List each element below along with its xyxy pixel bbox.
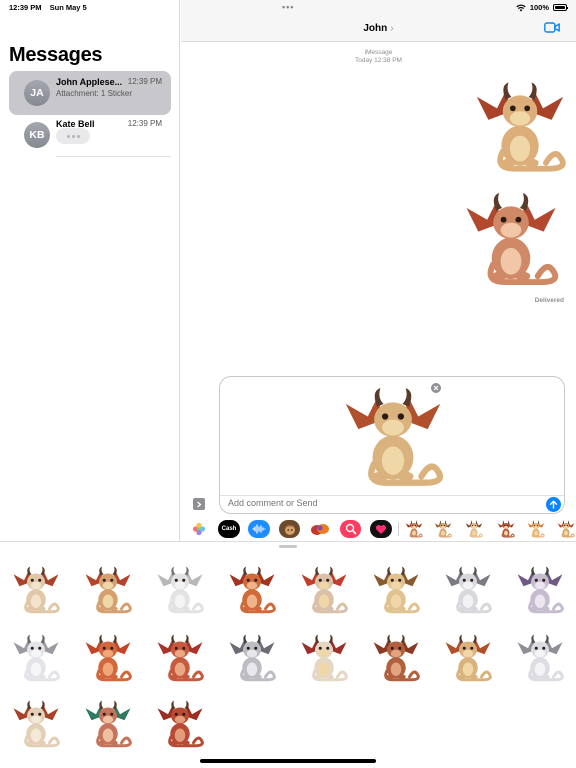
conversation-sidebar: Messages JA John Applese... 12:39 PM Att… [0, 0, 180, 541]
photos-icon [192, 522, 206, 536]
dragon-sticker[interactable] [372, 562, 420, 618]
message-timestamp: iMessage Today 12:38 PM [181, 49, 576, 65]
wifi-icon [516, 4, 526, 11]
stickers-icon [311, 524, 329, 535]
chat-title[interactable]: John › [181, 23, 576, 34]
attached-dragon-sticker[interactable] [340, 385, 446, 489]
status-time: 12:39 PM [9, 3, 42, 12]
stickers-app-button[interactable] [309, 520, 331, 538]
photos-app-button[interactable] [189, 520, 209, 538]
search-icon [345, 523, 356, 535]
close-icon [433, 385, 439, 391]
contact-name: John [363, 23, 388, 34]
battery-icon [553, 4, 568, 11]
timestamp-label: Today 12:38 PM [355, 57, 402, 64]
dragon-sticker[interactable] [444, 562, 492, 618]
avatar: JA [24, 80, 50, 106]
service-label: iMessage [364, 49, 393, 56]
recent-sticker[interactable] [527, 520, 545, 538]
dragon-sticker[interactable] [300, 562, 348, 618]
digital-touch-button[interactable] [370, 520, 392, 538]
arrow-up-icon [549, 500, 558, 509]
recent-sticker[interactable] [434, 520, 452, 538]
recent-sticker[interactable] [465, 520, 483, 538]
recent-sticker[interactable] [557, 520, 575, 538]
divider [398, 522, 399, 536]
conversation-time: 12:39 PM [127, 119, 162, 128]
sidebar-title: Messages [9, 44, 103, 66]
apple-cash-button[interactable]: Cash [218, 520, 240, 538]
heart-icon [375, 524, 387, 534]
send-button[interactable] [546, 497, 561, 512]
conversation-time: 12:39 PM [127, 77, 162, 86]
memoji-button[interactable] [279, 520, 300, 538]
dragon-sticker[interactable] [84, 630, 132, 686]
video-call-icon[interactable] [544, 22, 560, 33]
conversation-john-appleseed[interactable]: JA John Applese... 12:39 PM Attachment: … [9, 71, 171, 115]
expand-apps-button[interactable] [193, 498, 205, 510]
dragon-sticker[interactable] [12, 562, 60, 618]
sent-dragon-sticker[interactable] [462, 190, 560, 288]
sent-dragon-sticker[interactable] [474, 76, 566, 178]
chevron-right-icon [197, 501, 202, 507]
remove-attachment-button[interactable] [431, 383, 441, 393]
drawer-grabber[interactable] [279, 545, 297, 548]
typing-indicator [56, 128, 90, 144]
compose-box [219, 376, 565, 514]
dragon-sticker[interactable] [444, 630, 492, 686]
dragon-sticker[interactable] [516, 562, 564, 618]
app-strip: Cash [181, 516, 576, 542]
dragon-sticker[interactable] [84, 562, 132, 618]
conversation-kate-bell[interactable]: KB Kate Bell 12:39 PM [9, 113, 171, 157]
recent-sticker[interactable] [405, 520, 423, 538]
image-search-button[interactable] [340, 520, 361, 538]
dragon-sticker[interactable] [12, 696, 60, 752]
apple-cash-label: Cash [221, 526, 237, 532]
dragon-sticker[interactable] [300, 630, 348, 686]
multitasking-dots[interactable]: ••• [282, 2, 294, 12]
chevron-right-icon: › [390, 23, 394, 34]
dragon-sticker[interactable] [156, 696, 204, 752]
home-indicator[interactable] [200, 759, 376, 763]
battery-percent: 100% [529, 3, 549, 12]
audio-message-button[interactable] [248, 520, 270, 538]
conversation-name: John Applese... [56, 77, 123, 87]
sticker-drawer [0, 541, 576, 768]
avatar: KB [24, 122, 50, 148]
dragon-sticker[interactable] [156, 630, 204, 686]
memoji-icon [284, 525, 295, 535]
message-input[interactable] [228, 498, 528, 508]
dragon-sticker[interactable] [228, 630, 276, 686]
divider [220, 495, 564, 496]
recent-sticker[interactable] [497, 520, 515, 538]
status-date: Sun May 5 [49, 3, 87, 12]
dragon-sticker[interactable] [156, 562, 204, 618]
dragon-sticker[interactable] [84, 696, 132, 752]
divider [56, 156, 171, 157]
waveform-icon [252, 524, 266, 534]
dragon-sticker[interactable] [516, 630, 564, 686]
status-bar: 12:39 PM Sun May 5 ••• 100% [0, 0, 576, 14]
conversation-preview: Attachment: 1 Sticker [56, 89, 133, 98]
delivered-status: Delivered [534, 297, 564, 304]
dragon-sticker[interactable] [228, 562, 276, 618]
dragon-sticker[interactable] [372, 630, 420, 686]
dragon-sticker[interactable] [12, 630, 60, 686]
